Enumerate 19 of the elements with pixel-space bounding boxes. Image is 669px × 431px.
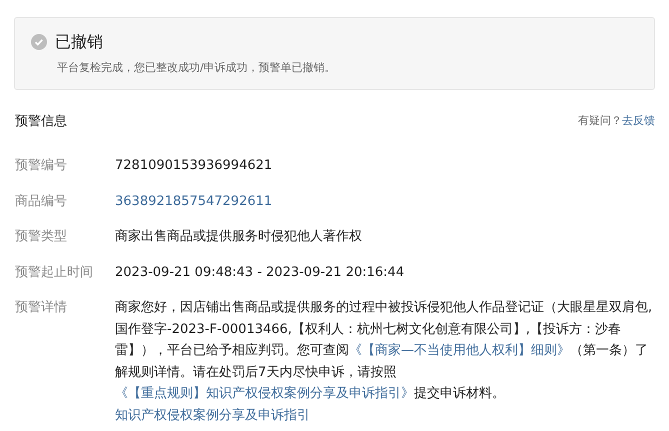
help-text: 有疑问？ [578, 113, 622, 129]
rule-link[interactable]: 《【重点规则】知识产权侵权案例分享及申诉指引》 [115, 386, 414, 401]
check-circle-icon [31, 34, 47, 50]
field-label: 预警类型 [15, 229, 67, 244]
field-label: 预警编号 [15, 158, 67, 173]
product-id-link[interactable]: 3638921857547292611 [115, 194, 272, 208]
status-description: 平台复检完成，您已整改成功/申诉成功，预警单已撤销。 [57, 60, 337, 76]
field-value: 2023-09-21 09:48:43 - 2023-09-21 20:16:44 [115, 264, 404, 280]
field-label: 预警起止时间 [15, 264, 93, 280]
status-title: 已撤销 [55, 31, 103, 53]
field-value: 7281090153936994621 [115, 158, 272, 173]
guide-link[interactable]: 知识产权侵权案例分享及申诉指引 [115, 408, 310, 422]
field-label: 商品编号 [15, 194, 67, 208]
section-title: 预警信息 [15, 112, 67, 130]
field-value: 商家出售商品或提供服务时侵犯他人著作权 [115, 229, 362, 244]
rule-link[interactable]: 《【商家—不当使用他人权利】细则》 [349, 343, 570, 358]
detail-paragraph: 商家您好，因店铺出售商品或提供服务的过程中被投诉侵犯他人作品登记证（大眼星星双肩包,国作登字-2023-F-00013466,【权利人：杭州七树文化创意有限公司】,【投诉方：沙春雷】），平台已给予相应判罚。您可查阅《【商家—不当使用他人权利】细则》（第一条）了解规则详情。请在处罚后7天内尽快申诉，请按照 《【重点规则】知识产权侵权案例分享及申诉指引》提交申诉材料。 [115, 299, 654, 403]
feedback-link[interactable]: 去反馈 [622, 113, 655, 130]
field-label: 预警详情 [15, 300, 67, 315]
